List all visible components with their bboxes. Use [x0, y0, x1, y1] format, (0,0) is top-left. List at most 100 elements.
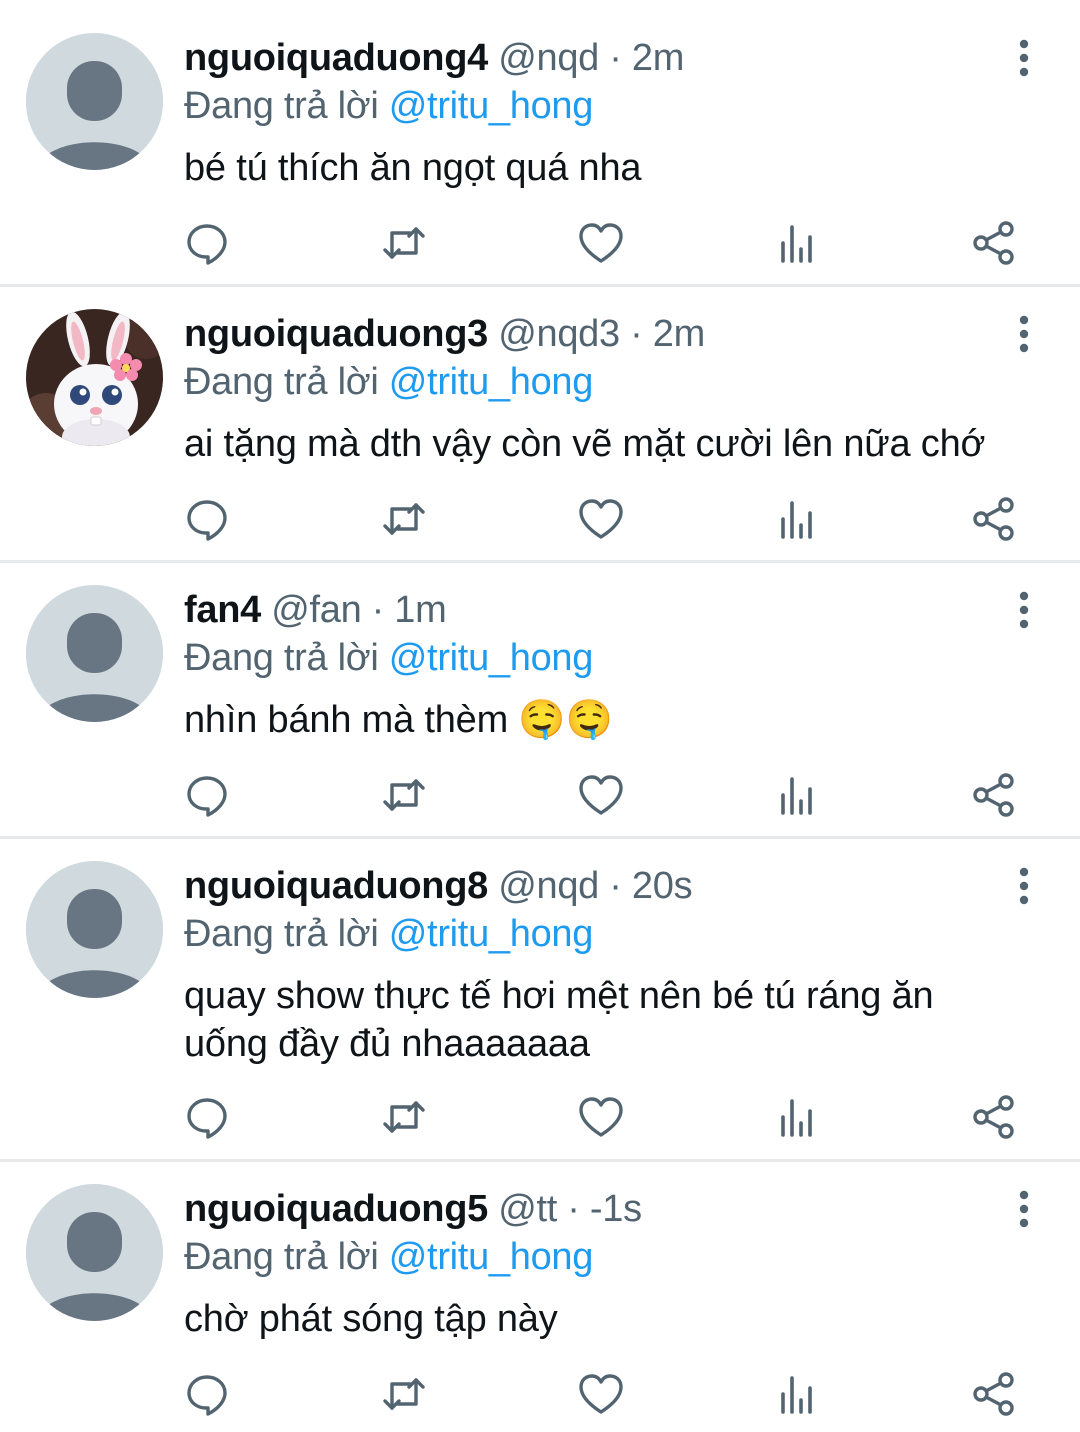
more-options-button[interactable] [1004, 866, 1044, 906]
reply-button[interactable] [183, 495, 231, 543]
tweet-text: nhìn bánh mà thèm 🤤🤤 [184, 699, 613, 741]
views-icon [781, 777, 812, 815]
reply-prefix: Đang trả lời [184, 913, 379, 955]
reply-button[interactable] [183, 1093, 231, 1141]
views-icon [781, 1099, 812, 1137]
tweet-text: quay show thực tế hơi mệt nên bé tú ráng… [184, 975, 934, 1065]
reply-prefix: Đang trả lời [184, 85, 379, 127]
views-button[interactable] [773, 1370, 821, 1418]
reply-context: Đang trả lời @tritu_hong [184, 910, 990, 958]
handle[interactable]: @nqd [498, 37, 599, 79]
share-icon [973, 1372, 1014, 1416]
tweet[interactable]: nguoiquaduong3 @nqd3 · 2m Đang trả lời @… [0, 287, 1080, 563]
timestamp[interactable]: -1s [590, 1188, 642, 1230]
separator-dot: · [609, 37, 622, 79]
display-name[interactable]: nguoiquaduong3 [184, 313, 488, 355]
separator-dot: · [630, 313, 643, 355]
share-icon [973, 1095, 1014, 1139]
like-icon [579, 1374, 623, 1414]
retweet-button[interactable] [380, 219, 428, 267]
retweet-icon [383, 227, 425, 259]
reply-mention-link[interactable]: @tritu_hong [389, 1236, 594, 1278]
views-button[interactable] [773, 1093, 821, 1141]
separator-dot: · [609, 865, 622, 907]
timestamp[interactable]: 1m [394, 589, 447, 631]
retweet-icon [383, 1101, 425, 1133]
reply-icon [187, 1098, 227, 1139]
retweet-icon [383, 503, 425, 535]
retweet-button[interactable] [380, 1370, 428, 1418]
default-avatar-icon [26, 585, 163, 722]
share-icon [973, 773, 1014, 817]
reply-button[interactable] [183, 771, 231, 819]
avatar[interactable] [26, 585, 163, 722]
reply-mention-link[interactable]: @tritu_hong [389, 913, 594, 955]
bunny-avatar-icon [26, 309, 163, 446]
handle[interactable]: @fan [271, 589, 362, 631]
handle[interactable]: @nqd [498, 865, 599, 907]
separator-dot: · [371, 589, 385, 631]
views-button[interactable] [773, 771, 821, 819]
share-icon [973, 497, 1014, 541]
default-avatar-icon [26, 861, 163, 998]
action-bar [0, 1370, 1080, 1418]
views-button[interactable] [773, 219, 821, 267]
tweet-header: fan4 @fan · 1m [184, 586, 1060, 634]
share-button[interactable] [970, 1093, 1018, 1141]
timestamp[interactable]: 20s [632, 865, 693, 907]
reply-button[interactable] [183, 1370, 231, 1418]
reply-context: Đang trả lời @tritu_hong [184, 358, 1060, 406]
reply-button[interactable] [183, 219, 231, 267]
tweet-text: ai tặng mà dth vậy còn vẽ mặt cười lên n… [184, 423, 986, 465]
views-button[interactable] [773, 495, 821, 543]
timestamp[interactable]: 2m [653, 313, 706, 355]
display-name[interactable]: nguoiquaduong8 [184, 865, 488, 907]
share-button[interactable] [970, 219, 1018, 267]
like-button[interactable] [577, 1093, 625, 1141]
views-icon [781, 501, 812, 539]
handle[interactable]: @nqd3 [498, 313, 620, 355]
like-button[interactable] [577, 219, 625, 267]
like-icon [579, 1097, 623, 1137]
tweet[interactable]: nguoiquaduong4 @nqd · 2m Đang trả lời @t… [0, 0, 1080, 287]
avatar[interactable] [26, 861, 163, 998]
avatar[interactable] [26, 1184, 163, 1321]
tweet[interactable]: nguoiquaduong5 @tt · -1s Đang trả lời @t… [0, 1162, 1080, 1432]
reply-mention-link[interactable]: @tritu_hong [389, 361, 594, 403]
like-button[interactable] [577, 1370, 625, 1418]
share-button[interactable] [970, 771, 1018, 819]
avatar[interactable] [26, 309, 163, 446]
reply-prefix: Đang trả lời [184, 361, 379, 403]
display-name[interactable]: nguoiquaduong5 [184, 1188, 488, 1230]
display-name[interactable]: nguoiquaduong4 [184, 37, 488, 79]
reply-context: Đang trả lời @tritu_hong [184, 1233, 1060, 1281]
reply-mention-link[interactable]: @tritu_hong [389, 637, 594, 679]
retweet-button[interactable] [380, 1093, 428, 1141]
separator-dot: · [567, 1188, 580, 1230]
tweet-header: nguoiquaduong4 @nqd · 2m [184, 34, 1060, 82]
more-vertical-icon [1019, 867, 1029, 905]
tweet[interactable]: nguoiquaduong8 @nqd · 20s Đang trả lời @… [0, 839, 1080, 1162]
like-button[interactable] [577, 495, 625, 543]
like-button[interactable] [577, 771, 625, 819]
reply-prefix: Đang trả lời [184, 1236, 379, 1278]
action-bar [0, 1093, 1080, 1141]
share-button[interactable] [970, 495, 1018, 543]
like-icon [579, 775, 623, 815]
retweet-button[interactable] [380, 495, 428, 543]
tweet-header: nguoiquaduong5 @tt · -1s [184, 1185, 1060, 1233]
share-button[interactable] [970, 1370, 1018, 1418]
retweet-button[interactable] [380, 771, 428, 819]
tweet[interactable]: fan4 @fan · 1m Đang trả lời @tritu_hong … [0, 563, 1080, 839]
reply-mention-link[interactable]: @tritu_hong [389, 85, 594, 127]
timestamp[interactable]: 2m [632, 37, 685, 79]
default-avatar-icon [26, 33, 163, 170]
display-name[interactable]: fan4 [184, 589, 261, 631]
handle[interactable]: @tt [498, 1188, 557, 1230]
reply-icon [187, 500, 227, 541]
default-avatar-icon [26, 1184, 163, 1321]
avatar[interactable] [26, 33, 163, 170]
like-icon [579, 499, 623, 539]
retweet-icon [383, 1378, 425, 1410]
reply-icon [187, 224, 227, 265]
